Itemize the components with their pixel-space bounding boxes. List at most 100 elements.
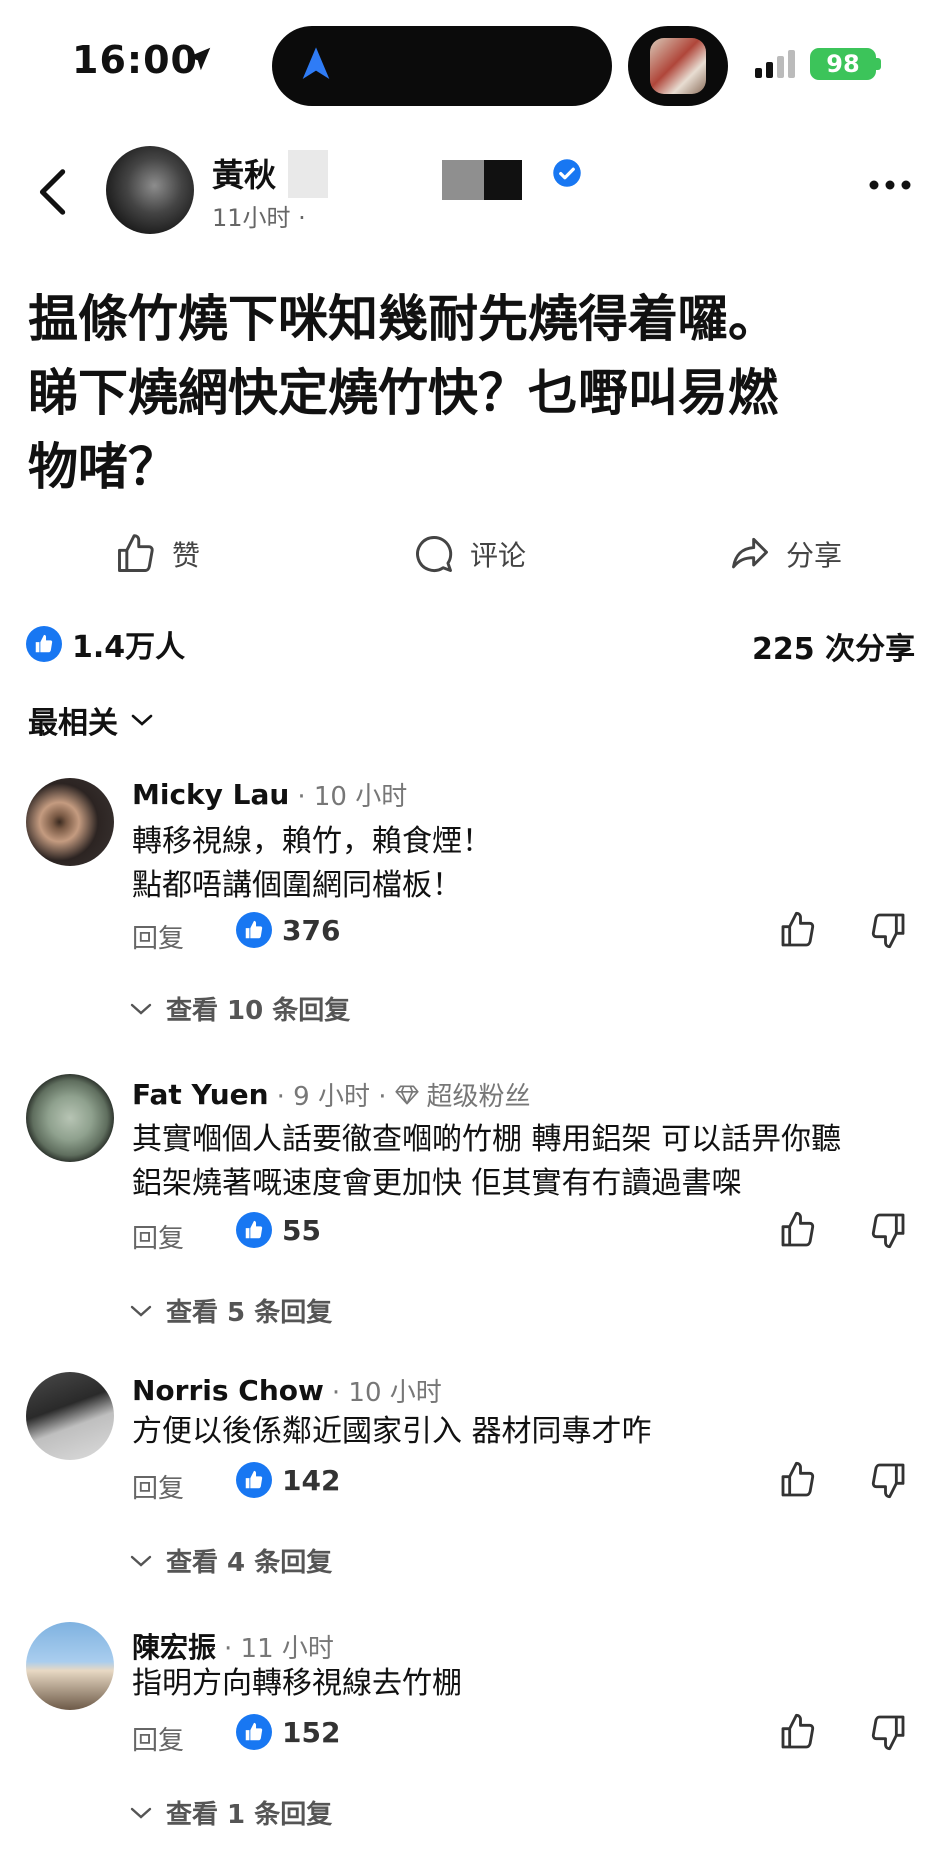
like-reaction-icon xyxy=(236,912,272,948)
comment-line: 鋁架燒著嘅速度會更加快 佢其實有冇讀過書㗎 xyxy=(132,1166,742,1201)
view-replies-link[interactable]: 查看 5 条回复 xyxy=(130,1292,332,1329)
commenter-name[interactable]: Norris Chow xyxy=(132,1374,324,1407)
author-avatar[interactable] xyxy=(106,146,194,234)
commenter-name[interactable]: 陳宏振 xyxy=(132,1626,216,1666)
reply-button[interactable]: 回复 xyxy=(132,1468,184,1505)
comment-header: Norris Chow · 10 小时 xyxy=(132,1372,442,1409)
commenter-avatar[interactable] xyxy=(26,778,114,866)
comment-line: 其實嗰個人話要徹查嗰啲竹棚 轉用鋁架 可以話畀你聽 xyxy=(132,1122,842,1157)
comment-likes[interactable]: 376 xyxy=(236,912,340,948)
comment-button[interactable]: 评论 xyxy=(412,532,526,576)
commenter-name[interactable]: Fat Yuen xyxy=(132,1078,269,1111)
comment-line: 點都唔講個圍網同檔板！ xyxy=(132,868,462,903)
media-thumbnail xyxy=(650,38,706,94)
downvote-icon[interactable] xyxy=(868,1460,908,1500)
comment-header: Fat Yuen · 9 小时 · 超级粉丝 xyxy=(132,1076,531,1113)
like-reaction-icon xyxy=(236,1212,272,1248)
share-label: 分享 xyxy=(786,539,843,572)
view-replies-link[interactable]: 查看 4 条回复 xyxy=(130,1542,332,1579)
comment-like-count: 142 xyxy=(282,1463,341,1497)
thumbs-up-icon xyxy=(118,534,154,572)
comment-bubble-icon xyxy=(416,536,453,572)
view-replies-label: 查看 4 条回复 xyxy=(166,1548,333,1578)
badge-label: 超级粉丝 xyxy=(426,1082,531,1112)
share-button[interactable]: 分享 xyxy=(728,532,842,576)
reply-button[interactable]: 回复 xyxy=(132,1720,184,1757)
like-label: 赞 xyxy=(172,539,201,572)
view-replies-label: 查看 1 条回复 xyxy=(166,1800,333,1830)
post-text: 揾條竹燒下咪知幾耐先燒得着囉。 睇下燒網快定燒竹快？乜嘢叫易燃 物啫？ xyxy=(28,282,914,504)
back-icon[interactable] xyxy=(36,166,72,218)
redaction-block xyxy=(288,150,328,198)
upvote-icon[interactable] xyxy=(778,1210,818,1250)
post-timestamp: 11小时 · xyxy=(212,204,306,232)
battery-indicator: 98 xyxy=(810,48,876,80)
share-arrow-icon xyxy=(732,537,768,569)
comment-header: Micky Lau · 10 小时 xyxy=(132,776,407,813)
chevron-down-icon xyxy=(130,1305,152,1317)
chevron-down-icon xyxy=(131,714,153,726)
comment-time: · 10 小时 xyxy=(331,1378,442,1408)
likes-count: 1.4万人 xyxy=(72,630,186,665)
location-arrow-icon xyxy=(187,47,211,71)
reactions-summary[interactable]: 1.4万人 xyxy=(26,622,185,666)
navigation-arrow-icon xyxy=(302,47,330,79)
chevron-down-icon xyxy=(130,1003,152,1015)
reply-button[interactable]: 回复 xyxy=(132,1218,184,1255)
comment-time: · 10 小时 xyxy=(297,782,408,812)
shares-count[interactable]: 225 次分享 xyxy=(752,624,915,668)
more-options-icon[interactable] xyxy=(868,178,912,192)
upvote-icon[interactable] xyxy=(778,910,818,950)
comment-text: 方便以後係鄰近國家引入 器材同專才咋 xyxy=(132,1410,922,1454)
commenter-avatar[interactable] xyxy=(26,1372,114,1460)
view-replies-label: 查看 10 条回复 xyxy=(166,996,351,1026)
commenter-avatar[interactable] xyxy=(26,1074,114,1162)
comment-line: 方便以後係鄰近國家引入 器材同專才咋 xyxy=(132,1414,652,1449)
comment-label: 评论 xyxy=(470,539,527,572)
chevron-down-icon xyxy=(130,1555,152,1567)
view-replies-link[interactable]: 查看 10 条回复 xyxy=(130,990,350,1027)
chevron-down-icon xyxy=(130,1807,152,1819)
comment-time: · 9 小时 · xyxy=(276,1082,387,1112)
redaction-block xyxy=(442,160,484,200)
comment-sort-dropdown[interactable]: 最相关 xyxy=(28,698,154,742)
redaction-block xyxy=(484,160,522,200)
comment-time: · 11 小时 xyxy=(224,1633,334,1664)
downvote-icon[interactable] xyxy=(868,910,908,950)
reply-button[interactable]: 回复 xyxy=(132,918,184,955)
like-button[interactable]: 赞 xyxy=(114,532,200,576)
post-text-line: 揾條竹燒下咪知幾耐先燒得着囉。 xyxy=(28,290,778,348)
top-fan-badge: 超级粉丝 xyxy=(394,1076,531,1113)
like-reaction-icon xyxy=(236,1462,272,1498)
comment-likes[interactable]: 152 xyxy=(236,1714,340,1750)
comment-text: 轉移視線，賴竹，賴食煙！ 點都唔講個圍網同檔板！ xyxy=(132,820,922,908)
comment-text: 指明方向轉移視線去竹棚 xyxy=(132,1662,922,1706)
comment-line: 指明方向轉移視線去竹棚 xyxy=(132,1666,462,1701)
comment-like-count: 55 xyxy=(282,1213,321,1247)
comment-like-count: 376 xyxy=(282,913,341,947)
view-replies-link[interactable]: 查看 1 条回复 xyxy=(130,1794,332,1831)
commenter-name[interactable]: Micky Lau xyxy=(132,778,289,811)
post-text-line: 睇下燒網快定燒竹快？乜嘢叫易燃 xyxy=(28,364,778,422)
downvote-icon[interactable] xyxy=(868,1712,908,1752)
comment-likes[interactable]: 55 xyxy=(236,1212,321,1248)
comment-header: 陳宏振 · 11 小时 xyxy=(132,1626,334,1666)
comment-text: 其實嗰個人話要徹查嗰啲竹棚 轉用鋁架 可以話畀你聽 鋁架燒著嘅速度會更加快 佢其… xyxy=(132,1118,922,1206)
signal-icon xyxy=(755,50,795,78)
battery-tip xyxy=(876,58,881,70)
like-reaction-icon xyxy=(236,1714,272,1750)
view-replies-label: 查看 5 条回复 xyxy=(166,1298,333,1328)
downvote-icon[interactable] xyxy=(868,1210,908,1250)
comment-like-count: 152 xyxy=(282,1715,341,1749)
author-name[interactable]: 黃秋 xyxy=(212,150,276,196)
comment-likes[interactable]: 142 xyxy=(236,1462,340,1498)
diamond-icon xyxy=(395,1085,420,1104)
upvote-icon[interactable] xyxy=(778,1712,818,1752)
commenter-avatar[interactable] xyxy=(26,1622,114,1710)
status-time: 16:00 xyxy=(72,38,198,82)
upvote-icon[interactable] xyxy=(778,1460,818,1500)
like-reaction-icon xyxy=(26,626,62,662)
verified-badge-icon xyxy=(553,159,581,187)
sort-label: 最相关 xyxy=(28,706,118,741)
post-text-line: 物啫？ xyxy=(28,438,178,496)
